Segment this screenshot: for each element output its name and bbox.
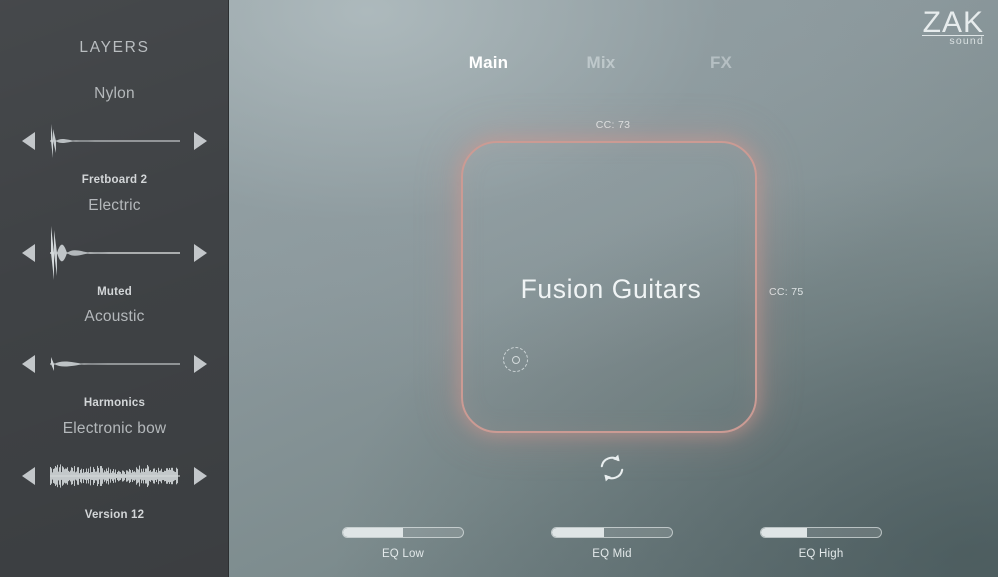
cc-label-right: CC: 75 bbox=[769, 286, 804, 298]
eq-mid-fill bbox=[552, 528, 604, 537]
layers-panel-title: LAYERS bbox=[79, 39, 150, 56]
eq-low-label: EQ Low bbox=[381, 548, 425, 560]
waveform-display-1[interactable] bbox=[50, 224, 180, 282]
layer-name-0: Nylon bbox=[94, 85, 135, 102]
layer-sample-3: Version 12 bbox=[84, 509, 145, 521]
eq-low-fill bbox=[343, 528, 403, 537]
brand-logo: ZAK sound bbox=[922, 6, 984, 47]
layer-name-3: Electronic bow bbox=[62, 420, 167, 437]
brand-name: ZAK bbox=[922, 6, 984, 39]
layer-prev-button-0[interactable] bbox=[22, 132, 35, 150]
layer-sample-2: Harmonics bbox=[83, 397, 146, 409]
layer-sample-1: Muted bbox=[97, 286, 132, 298]
main-panel: ZAK sound Main Mix FX CC: 73 CC: 75 Fusi… bbox=[229, 0, 998, 577]
tab-fx[interactable]: FX bbox=[661, 53, 781, 73]
layer-row-2 bbox=[0, 335, 228, 393]
tab-main[interactable]: Main bbox=[436, 53, 541, 73]
layers-sidebar: LAYERS Nylon Fretboard 2 Electric Muted … bbox=[0, 0, 229, 577]
eq-high-label: EQ High bbox=[798, 548, 844, 560]
plugin-window: LAYERS Nylon Fretboard 2 Electric Muted … bbox=[0, 0, 998, 577]
waveform-display-0[interactable] bbox=[50, 112, 180, 170]
layer-next-button-0[interactable] bbox=[194, 132, 207, 150]
dashed-knob-icon[interactable] bbox=[503, 347, 528, 372]
eq-high-fill bbox=[761, 528, 807, 537]
eq-high-slider[interactable]: EQ High bbox=[760, 527, 882, 560]
layer-row-0 bbox=[0, 112, 228, 170]
cc-label-top: CC: 73 bbox=[595, 119, 631, 131]
layer-block-0: Nylon Fretboard 2 bbox=[0, 84, 228, 188]
layer-row-3 bbox=[0, 447, 228, 505]
waveform-display-3[interactable] bbox=[50, 447, 180, 505]
waveform-display-2[interactable] bbox=[50, 335, 180, 393]
knob-core bbox=[511, 355, 520, 364]
layer-prev-button-3[interactable] bbox=[22, 467, 35, 485]
layer-next-button-3[interactable] bbox=[194, 467, 207, 485]
eq-mid-slider[interactable]: EQ Mid bbox=[551, 527, 673, 560]
layer-name-1: Electric bbox=[88, 197, 141, 214]
tab-mix[interactable]: Mix bbox=[541, 53, 661, 73]
layer-block-3: Electronic bow Version 12 bbox=[0, 419, 228, 523]
eq-high-track[interactable] bbox=[760, 527, 882, 538]
layer-block-2: Acoustic Harmonics bbox=[0, 307, 228, 411]
eq-mid-label: EQ Mid bbox=[592, 548, 632, 560]
layer-next-button-1[interactable] bbox=[194, 244, 207, 262]
eq-low-track[interactable] bbox=[342, 527, 464, 538]
layer-sample-0: Fretboard 2 bbox=[81, 174, 148, 186]
xy-pad[interactable]: Fusion Guitars bbox=[461, 141, 757, 433]
layer-block-1: Electric Muted bbox=[0, 196, 228, 300]
layer-next-button-2[interactable] bbox=[194, 355, 207, 373]
refresh-cycle-icon[interactable] bbox=[594, 450, 630, 486]
eq-low-slider[interactable]: EQ Low bbox=[342, 527, 464, 560]
eq-mid-track[interactable] bbox=[551, 527, 673, 538]
layer-prev-button-1[interactable] bbox=[22, 244, 35, 262]
tab-bar: Main Mix FX bbox=[229, 53, 998, 73]
layer-row-1 bbox=[0, 224, 228, 282]
layer-prev-button-2[interactable] bbox=[22, 355, 35, 373]
layer-name-2: Acoustic bbox=[84, 308, 145, 325]
preset-title: Fusion Guitars bbox=[520, 274, 702, 304]
